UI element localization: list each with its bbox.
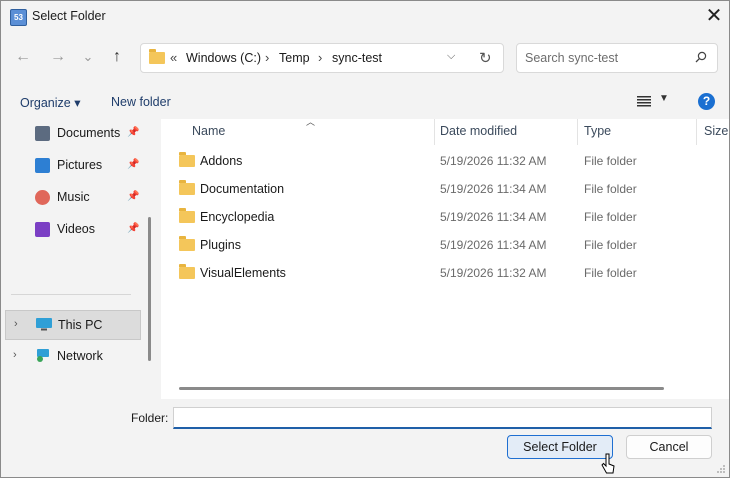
table-row[interactable]: VisualElements 5/19/2026 11:32 AM File f…	[161, 259, 729, 287]
folder-icon	[179, 180, 195, 195]
select-folder-dialog: 53 Select Folder ✕ ← → ⌄ ↑ « Windows (C:…	[0, 0, 730, 478]
close-icon[interactable]: ✕	[699, 1, 729, 33]
column-header-type[interactable]: Type	[584, 124, 611, 138]
file-date: 5/19/2026 11:34 AM	[440, 238, 547, 252]
file-list: ︿ Name Date modified Type Size Addons 5/…	[161, 117, 729, 399]
breadcrumb-temp[interactable]: Temp	[279, 51, 310, 65]
back-arrow-icon[interactable]: ←	[12, 46, 34, 68]
chevron-right-icon[interactable]: ›	[14, 318, 18, 330]
sidebar-item-label: Videos	[57, 222, 95, 236]
tree-item-network[interactable]: › Network	[5, 342, 141, 372]
breadcrumb-separator-icon[interactable]: ›	[265, 50, 269, 65]
table-row[interactable]: Plugins 5/19/2026 11:34 AM File folder	[161, 231, 729, 259]
file-date: 5/19/2026 11:34 AM	[440, 182, 547, 196]
sort-ascending-icon: ︿	[306, 117, 316, 127]
overflow-icon[interactable]: «	[170, 50, 177, 65]
new-folder-button[interactable]: New folder	[111, 95, 171, 109]
horizontal-scrollbar[interactable]	[179, 387, 664, 390]
file-name: Encyclopedia	[200, 210, 275, 224]
resize-grip-icon[interactable]	[716, 464, 726, 474]
up-arrow-icon[interactable]: ↑	[106, 46, 128, 68]
chevron-right-icon[interactable]: ›	[13, 349, 17, 361]
pin-icon: 📌	[127, 159, 140, 170]
file-type: File folder	[584, 266, 637, 280]
command-bar: Organize ▾ New folder ▼ ?	[1, 83, 729, 119]
folder-icon	[179, 236, 195, 251]
column-header-size[interactable]: Size	[704, 124, 728, 138]
music-icon	[35, 190, 50, 205]
this-pc-icon	[36, 318, 52, 331]
view-dropdown-icon[interactable]: ▼	[659, 93, 669, 104]
title-bar: 53 Select Folder ✕	[1, 1, 729, 33]
column-header-date[interactable]: Date modified	[440, 124, 517, 138]
breadcrumb-separator-icon[interactable]: ›	[318, 50, 322, 65]
videos-icon	[35, 222, 50, 237]
file-name: VisualElements	[200, 266, 286, 280]
table-row[interactable]: Documentation 5/19/2026 11:34 AM File fo…	[161, 175, 729, 203]
window-title: Select Folder	[32, 9, 106, 23]
breadcrumb-windows-c[interactable]: Windows (C:)	[186, 51, 261, 65]
sidebar-item-label: Pictures	[57, 158, 103, 172]
sidebar-item-music[interactable]: Music 📌	[35, 186, 145, 210]
mouse-cursor-icon	[601, 453, 615, 474]
file-date: 5/19/2026 11:32 AM	[440, 266, 547, 280]
file-type: File folder	[584, 182, 637, 196]
column-header-row: ︿ Name Date modified Type Size	[161, 117, 729, 145]
file-name: Documentation	[200, 182, 285, 196]
file-type: File folder	[584, 238, 637, 252]
recent-locations-icon[interactable]: ⌄	[77, 46, 99, 68]
file-type: File folder	[584, 154, 637, 168]
search-box[interactable]: Search sync-test	[516, 43, 718, 73]
file-name: Plugins	[200, 238, 241, 252]
refresh-icon[interactable]: ↻	[479, 49, 492, 67]
folder-icon	[149, 49, 165, 64]
select-folder-button[interactable]: Select Folder	[507, 435, 613, 459]
sidebar-item-label: Documents	[57, 126, 121, 140]
folder-input[interactable]	[173, 407, 712, 429]
pin-icon: 📌	[127, 127, 140, 138]
file-name: Addons	[200, 154, 243, 168]
sidebar-scrollbar[interactable]	[148, 217, 151, 361]
tree-item-label: Network	[57, 349, 103, 363]
sidebar-item-label: Music	[57, 190, 90, 204]
file-type: File folder	[584, 210, 637, 224]
table-row[interactable]: Addons 5/19/2026 11:32 AM File folder	[161, 147, 729, 175]
pictures-icon	[35, 158, 50, 173]
documents-icon	[35, 126, 50, 141]
tree-item-this-pc[interactable]: › This PC	[5, 310, 141, 340]
dialog-footer: Folder: Select Folder Cancel	[1, 399, 729, 477]
cancel-button[interactable]: Cancel	[626, 435, 712, 459]
column-divider[interactable]	[577, 119, 578, 145]
tree-item-label: This PC	[58, 318, 103, 332]
organize-menu[interactable]: Organize ▾	[20, 95, 80, 110]
forward-arrow-icon[interactable]: →	[47, 46, 69, 68]
sidebar-item-documents[interactable]: Documents 📌	[35, 122, 145, 146]
network-icon	[37, 349, 49, 362]
chevron-down-icon[interactable]: ⌵	[447, 50, 455, 63]
pin-icon: 📌	[127, 191, 140, 202]
file-date: 5/19/2026 11:32 AM	[440, 154, 547, 168]
sidebar-divider	[11, 294, 131, 295]
column-divider[interactable]	[696, 119, 697, 145]
table-row[interactable]: Encyclopedia 5/19/2026 11:34 AM File fol…	[161, 203, 729, 231]
sidebar-item-videos[interactable]: Videos 📌	[35, 218, 145, 242]
sidebar-item-pictures[interactable]: Pictures 📌	[35, 154, 145, 178]
pin-icon: 📌	[127, 223, 140, 234]
folder-icon	[179, 264, 195, 279]
address-bar[interactable]: « Windows (C:) › Temp › sync-test ⌵ ↻	[140, 43, 504, 73]
folder-label: Folder:	[131, 411, 169, 425]
breadcrumb-sync-test[interactable]: sync-test	[332, 51, 382, 65]
folder-icon	[179, 208, 195, 223]
folder-icon	[179, 152, 195, 167]
search-icon[interactable]	[695, 51, 707, 63]
navigation-pane: Documents 📌 Pictures 📌 Music 📌 Videos 📌 …	[1, 119, 159, 399]
column-header-name[interactable]: Name	[192, 124, 225, 138]
app-icon: 53	[10, 9, 27, 26]
view-options-icon[interactable]	[637, 96, 651, 107]
column-divider[interactable]	[434, 119, 435, 145]
help-icon[interactable]: ?	[698, 93, 715, 110]
navigation-row: ← → ⌄ ↑ « Windows (C:) › Temp › sync-tes…	[1, 33, 729, 83]
file-date: 5/19/2026 11:34 AM	[440, 210, 547, 224]
search-input[interactable]: Search sync-test	[525, 51, 618, 65]
